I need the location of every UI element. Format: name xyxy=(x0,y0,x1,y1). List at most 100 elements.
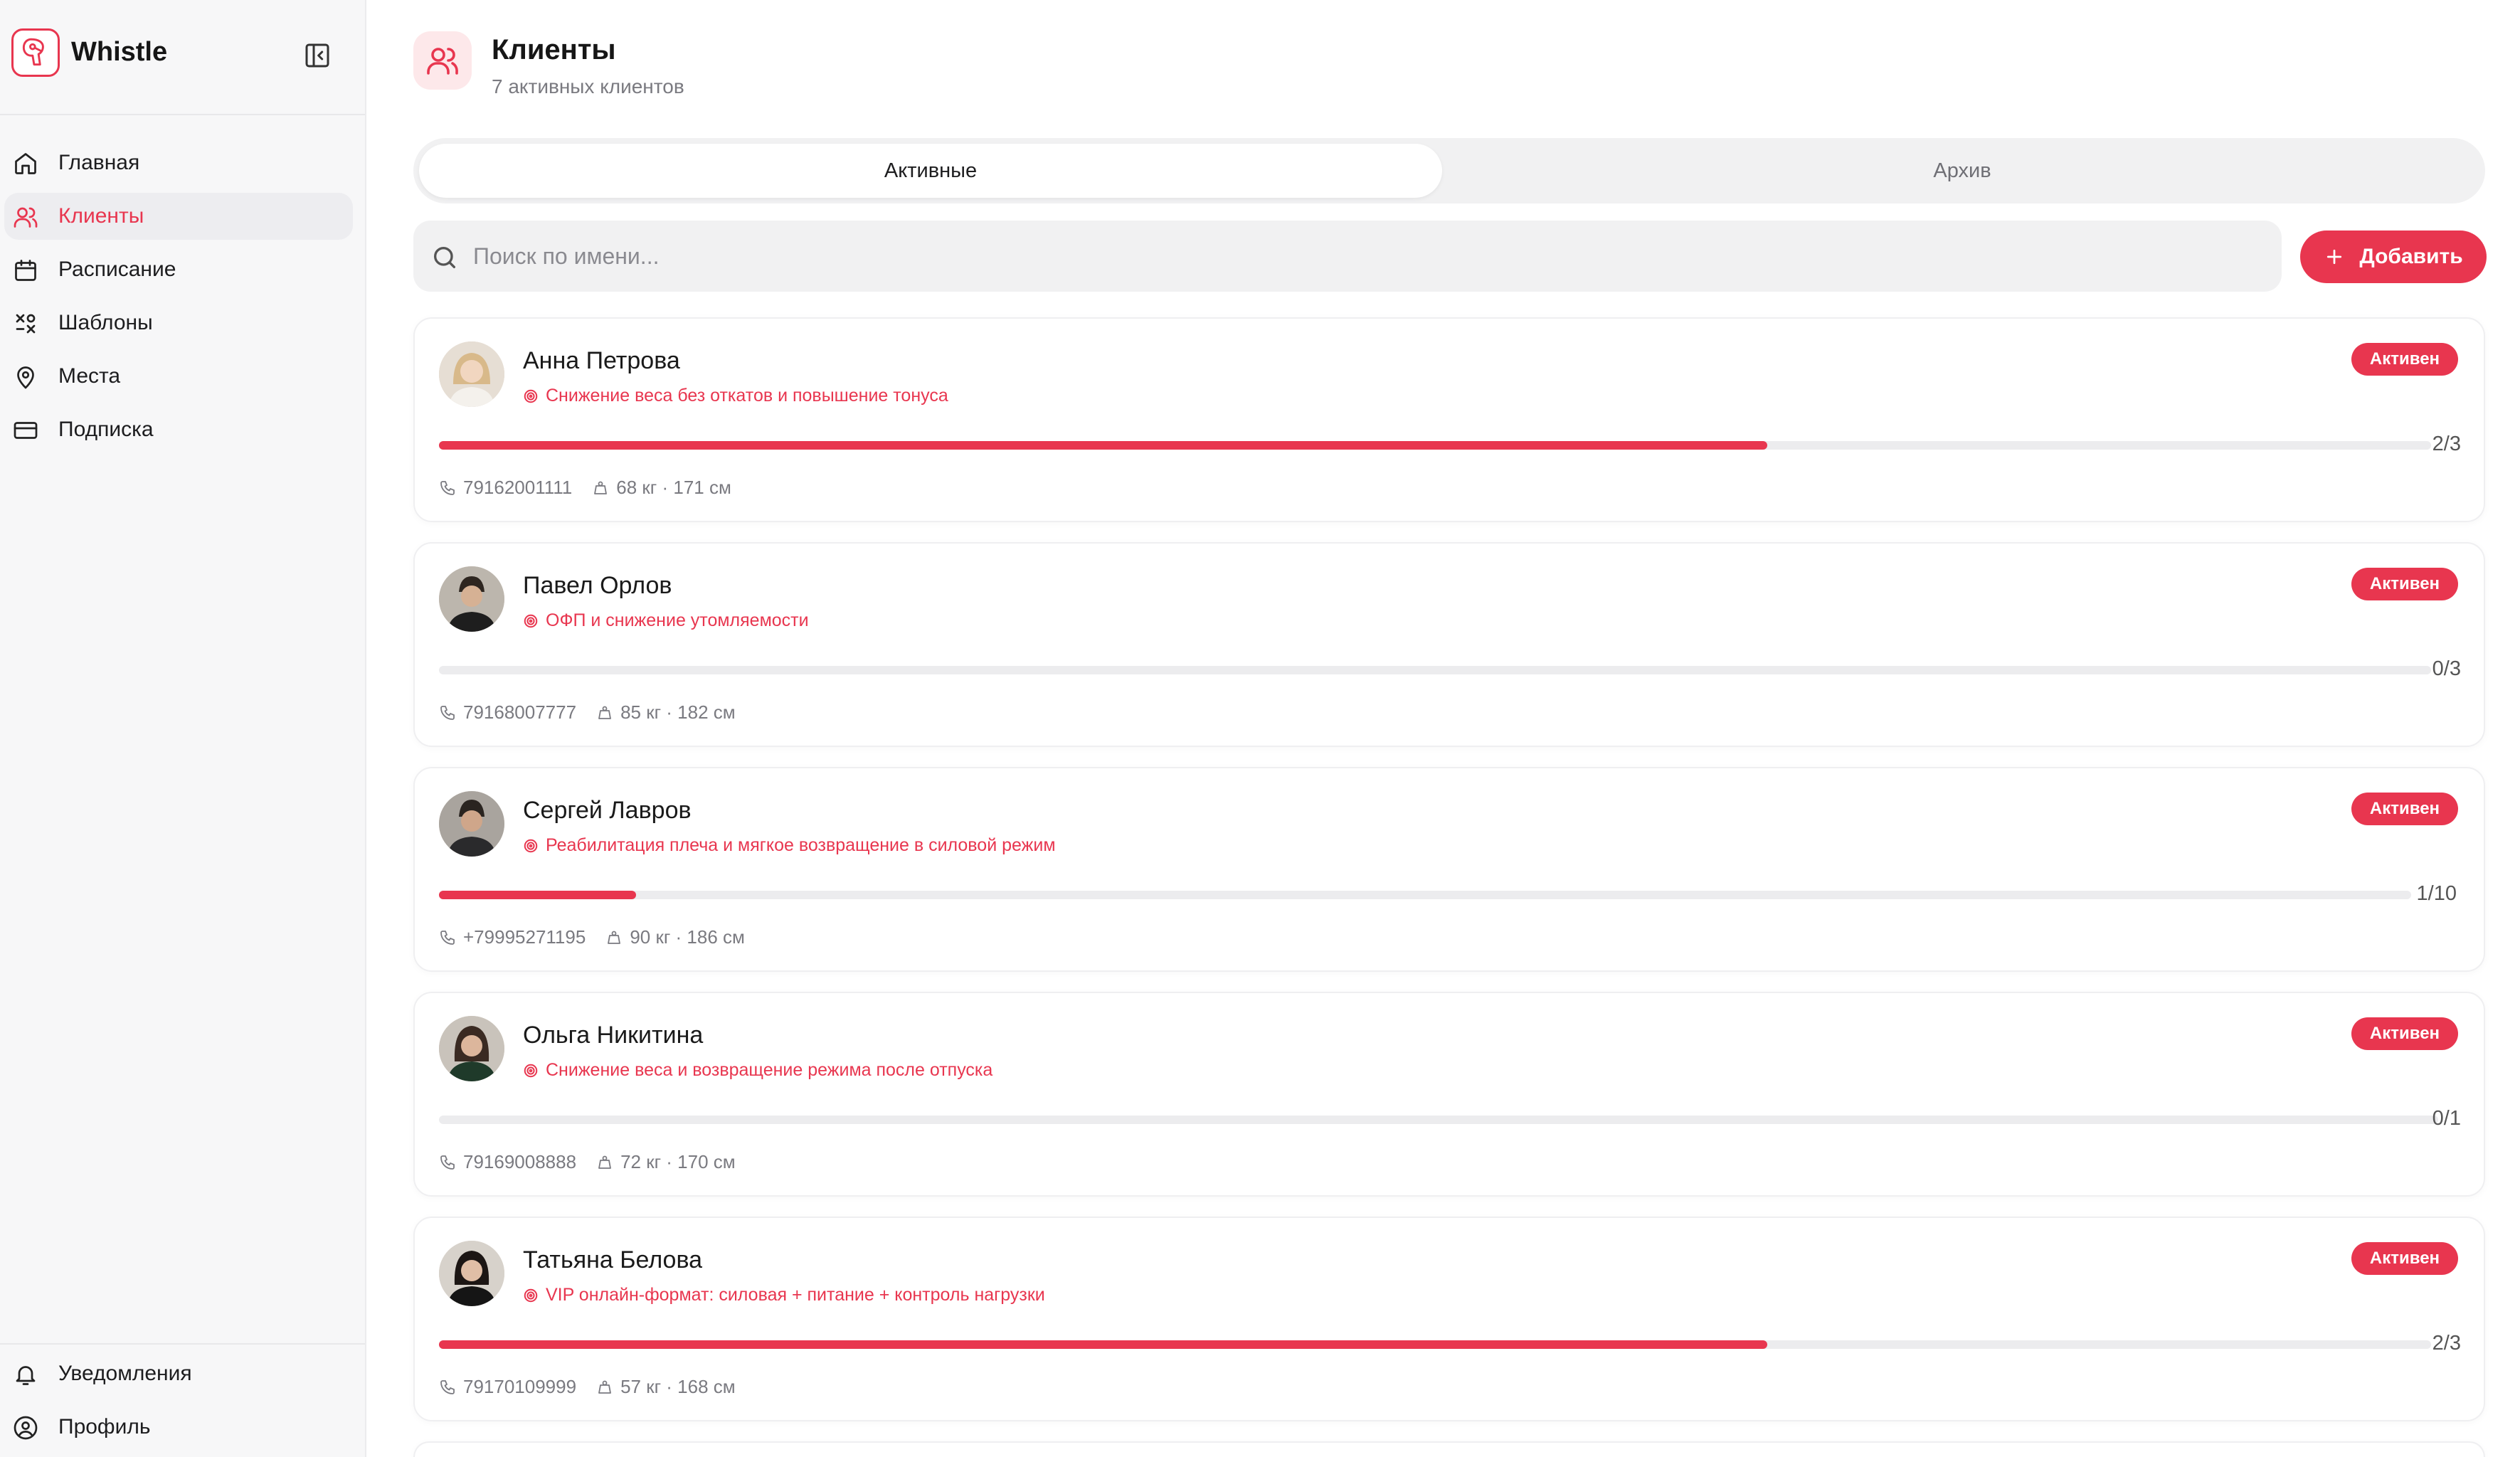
sidebar-item-schedule[interactable]: Расписание xyxy=(4,246,353,293)
client-goal-text: Реабилитация плеча и мягкое возвращение … xyxy=(546,835,1056,855)
client-meta: 79170109999 57 кг · 168 см xyxy=(439,1376,736,1398)
sidebar-item-clients[interactable]: Клиенты xyxy=(4,193,353,240)
client-goal: ОФП и снижение утомляемости xyxy=(523,610,809,631)
status-badge: Активен xyxy=(2351,343,2458,376)
phone-icon xyxy=(440,480,455,495)
client-avatar xyxy=(439,1241,504,1306)
page-title: Клиенты xyxy=(492,34,616,65)
client-name: Павел Орлов xyxy=(523,572,672,599)
page-users-icon xyxy=(413,31,472,90)
weight-icon xyxy=(598,706,611,719)
client-card[interactable]: Анна Петрова Снижение веса без откатов и… xyxy=(413,317,2485,522)
client-card[interactable]: Сергей Лавров Реабилитация плеча и мягко… xyxy=(413,767,2485,972)
sidebar-item-label: Места xyxy=(58,364,121,388)
progress-track xyxy=(439,1340,2431,1349)
plus-icon xyxy=(2327,249,2342,265)
weight-icon xyxy=(608,931,621,944)
client-body: 85 кг · 182 см xyxy=(620,701,736,723)
client-phone: 79169008888 xyxy=(463,1151,577,1172)
client-avatar xyxy=(439,341,504,407)
templates-icon xyxy=(16,314,36,334)
target-icon xyxy=(524,839,538,852)
sidebar-item-label: Подписка xyxy=(58,418,154,441)
client-avatar xyxy=(439,1016,504,1081)
progress-count: 0/3 xyxy=(2432,657,2461,680)
client-meta: 79162001111 68 кг · 171 см xyxy=(439,477,731,499)
progress-count: 0/1 xyxy=(2432,1107,2461,1130)
sidebar-collapse-button[interactable] xyxy=(302,40,333,71)
phone-icon xyxy=(440,930,455,945)
home-icon xyxy=(15,153,36,174)
progress-count: 1/10 xyxy=(2416,882,2457,905)
sidebar: Whistle Главная Клиенты Расписание Шабло… xyxy=(0,0,366,1457)
client-phone: 79168007777 xyxy=(463,701,577,723)
weight-icon xyxy=(598,1155,611,1169)
target-icon xyxy=(524,1064,538,1077)
client-name: Ольга Никитина xyxy=(523,1022,704,1049)
status-badge: Активен xyxy=(2351,568,2458,600)
phone-icon xyxy=(440,1379,455,1394)
client-body: 68 кг · 171 см xyxy=(616,477,731,498)
client-goal-text: ОФП и снижение утомляемости xyxy=(546,610,809,630)
client-card[interactable]: Татьяна Белова VIP онлайн-формат: силова… xyxy=(413,1217,2485,1421)
target-icon xyxy=(524,1288,538,1302)
client-avatar xyxy=(439,791,504,857)
search-input[interactable]: Поиск по имени... xyxy=(413,221,2282,292)
client-goal: VIP онлайн-формат: силовая + питание + к… xyxy=(523,1285,1045,1305)
client-goal-text: Снижение веса и возвращение режима после… xyxy=(546,1060,993,1080)
sidebar-item-profile[interactable]: Профиль xyxy=(4,1404,353,1451)
tabs: Активные Архив xyxy=(413,138,2485,203)
calendar-icon xyxy=(15,260,36,281)
app-name: Whistle xyxy=(71,37,168,67)
panel-left-icon xyxy=(305,43,329,68)
client-card[interactable]: Ольга Никитина Снижение веса и возвращен… xyxy=(413,992,2485,1197)
progress-track xyxy=(439,1116,2438,1124)
target-icon xyxy=(524,389,538,403)
status-badge: Активен xyxy=(2351,1242,2458,1275)
tab-archive[interactable]: Архив xyxy=(1445,144,2479,198)
user-circle-icon xyxy=(14,1416,38,1440)
app-root: Whistle Главная Клиенты Расписание Шабло… xyxy=(0,0,2520,1457)
client-meta: 79169008888 72 кг · 170 см xyxy=(439,1151,736,1173)
progress-track xyxy=(439,666,2431,674)
sidebar-item-label: Расписание xyxy=(58,258,176,281)
tab-active[interactable]: Активные xyxy=(419,144,1442,198)
progress-count: 2/3 xyxy=(2432,433,2461,455)
search-placeholder: Поиск по имени... xyxy=(473,243,660,269)
sidebar-item-subscription[interactable]: Подписка xyxy=(4,406,353,453)
progress-track xyxy=(439,441,2431,450)
client-goal: Снижение веса без откатов и повышение то… xyxy=(523,386,948,406)
sidebar-item-places[interactable]: Места xyxy=(4,353,353,400)
client-name: Сергей Лавров xyxy=(523,797,692,824)
status-badge: Активен xyxy=(2351,793,2458,825)
search-icon xyxy=(434,247,455,268)
add-button-label: Добавить xyxy=(2359,245,2463,268)
sidebar-item-templates[interactable]: Шаблоны xyxy=(4,300,353,346)
phone-icon xyxy=(440,1155,455,1170)
client-body: 72 кг · 170 см xyxy=(620,1151,736,1172)
progress-fill xyxy=(439,1340,1767,1349)
progress-fill xyxy=(439,891,637,899)
sidebar-item-label: Главная xyxy=(58,151,140,174)
main-content: Клиенты 7 активных клиентов Активные Арх… xyxy=(366,0,2520,1457)
progress-count: 2/3 xyxy=(2432,1332,2461,1355)
credit-card-icon xyxy=(14,422,38,439)
whistle-logo-icon xyxy=(11,28,60,77)
users-icon xyxy=(14,207,38,228)
sidebar-item-notifications[interactable]: Уведомления xyxy=(4,1350,353,1397)
sidebar-item-home[interactable]: Главная xyxy=(4,139,353,186)
progress-track xyxy=(439,891,2411,899)
map-pin-icon xyxy=(17,366,34,389)
weight-icon xyxy=(598,1380,611,1394)
sidebar-item-label: Шаблоны xyxy=(58,311,153,334)
client-goal-text: Снижение веса без откатов и повышение то… xyxy=(546,386,948,406)
add-client-button[interactable]: Добавить xyxy=(2300,231,2487,283)
client-card[interactable] xyxy=(413,1441,2485,1457)
client-goal: Реабилитация плеча и мягкое возвращение … xyxy=(523,835,1056,856)
status-badge: Активен xyxy=(2351,1017,2458,1050)
sidebar-bottom: Уведомления Профиль xyxy=(0,1343,365,1457)
client-phone: +79995271195 xyxy=(463,926,586,948)
client-card[interactable]: Павел Орлов ОФП и снижение утомляемости … xyxy=(413,542,2485,747)
target-icon xyxy=(524,614,538,627)
client-avatar xyxy=(439,566,504,632)
